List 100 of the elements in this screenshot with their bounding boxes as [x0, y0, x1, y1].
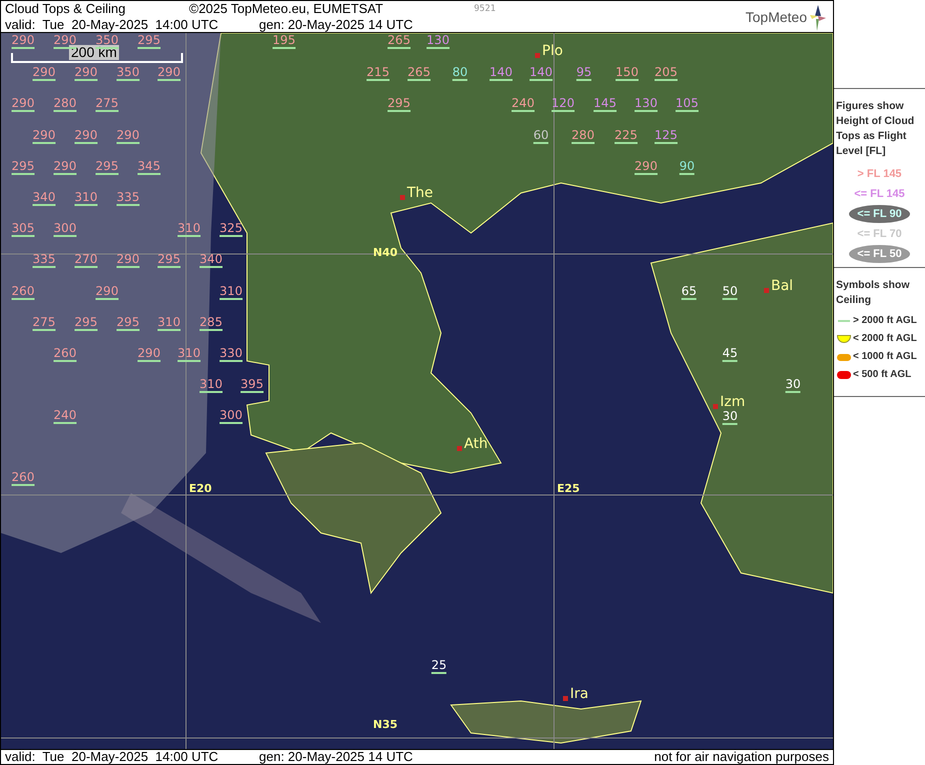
cloud-top-label: 325: [220, 222, 242, 237]
cloud-top-label: 350: [96, 34, 118, 49]
cloud-top-label: 260: [54, 347, 76, 362]
city-label: The: [407, 185, 434, 201]
legend-symbol-label: < 2000 ft AGL: [853, 332, 917, 346]
cloud-top-label: 345: [138, 160, 160, 175]
legend-level: <= FL 145: [853, 187, 906, 202]
compass-star-icon: [809, 4, 827, 32]
cloud-top-label: 310: [178, 222, 200, 237]
cloud-top-label: 265: [388, 34, 410, 49]
cloud-top-label: 290: [12, 34, 34, 49]
cloud-top-label: 310: [158, 316, 180, 331]
cloud-top-label: 350: [116, 66, 140, 81]
copyright-text: ©2025 TopMeteo.eu, EUMETSAT: [189, 1, 384, 17]
cloud-top-label: 275: [32, 316, 56, 331]
cloud-top-label: 145: [594, 97, 616, 112]
cloud-top-label: 80: [452, 66, 468, 81]
city-label: Ath: [464, 436, 488, 452]
cloud-top-label: 225: [614, 129, 638, 144]
cloud-top-label: 140: [490, 66, 512, 81]
cloud-top-label: 290: [12, 97, 34, 112]
cloud-top-label: 330: [220, 347, 242, 362]
cloud-top-label: 95: [576, 66, 592, 81]
generated-time: gen: 20-May-2025 14 UTC: [259, 750, 413, 764]
thin-line-icon: [838, 320, 850, 322]
cloud-top-label: 290: [634, 160, 658, 175]
cloud-top-label: 90: [679, 160, 695, 175]
cloud-top-label: 300: [220, 409, 242, 424]
cloud-top-label: 195: [272, 34, 296, 49]
cloud-top-label: 295: [96, 160, 118, 175]
cloud-top-label: 310: [200, 378, 222, 393]
generated-time: gen: 20-May-2025 14 UTC: [259, 17, 413, 32]
cloud-top-label: 130: [634, 97, 658, 112]
cloud-top-label: 340: [200, 253, 222, 268]
cloud-top-label: 340: [32, 191, 56, 206]
ceiling-label: 30: [785, 378, 801, 393]
cloud-top-label: 270: [74, 253, 98, 268]
cloud-top-label: 125: [654, 129, 678, 144]
ceiling-label: 25: [431, 659, 447, 674]
valid-time: valid: Tue 20-May-2025 14:00 UTC: [5, 750, 220, 764]
cloud-top-label: 310: [178, 347, 200, 362]
cloud-top-label: 280: [54, 97, 76, 112]
cloud-top-label: 295: [158, 253, 180, 268]
city-label: Ira: [570, 686, 588, 702]
cloud-top-label: 310: [220, 285, 242, 300]
ceiling-label: 65: [681, 285, 697, 300]
image-code: 9521: [474, 3, 496, 16]
cloud-top-label: 295: [116, 316, 140, 331]
valid-time: valid: Tue 20-May-2025 14:00 UTC: [5, 17, 220, 32]
legend-symbol-label: < 500 ft AGL: [853, 368, 912, 382]
cloud-top-label: 205: [654, 66, 678, 81]
grid-label: E25: [557, 483, 580, 495]
legend-symbol-label: > 2000 ft AGL: [853, 314, 917, 328]
cloud-top-label: 275: [96, 97, 118, 112]
cloud-top-label: 290: [116, 253, 140, 268]
map-title: Cloud Tops & Ceiling: [5, 1, 126, 17]
cloud-top-label: 290: [54, 34, 76, 49]
cloud-top-label: 290: [158, 66, 180, 81]
cloud-top-label: 260: [12, 285, 34, 300]
cloud-top-label: 265: [408, 66, 430, 81]
cloud-top-label: 290: [96, 285, 118, 300]
cloud-top-label: 290: [116, 129, 140, 144]
legend-level: <= FL 50: [849, 245, 910, 263]
cloud-top-label: 240: [54, 409, 76, 424]
cloud-top-label: 335: [116, 191, 140, 206]
grid-label: N40: [373, 247, 398, 259]
cloud-top-label: 290: [32, 129, 56, 144]
legend-title: Symbols show Ceiling: [836, 278, 911, 308]
city-label: Plo: [542, 43, 563, 59]
cloud-top-label: 290: [32, 66, 56, 81]
legend-level: <= FL 90: [849, 205, 910, 223]
cloud-top-label: 300: [54, 222, 76, 237]
disclaimer-text: not for air navigation purposes: [654, 750, 829, 764]
city-label: Izm: [720, 394, 746, 410]
city-label: Bal: [771, 278, 794, 294]
legend-title: Figures show Height of Cloud Tops as Flight Level [FL]: [836, 99, 916, 159]
cloud-top-label: 150: [616, 66, 638, 81]
ceiling-label: 45: [722, 347, 738, 362]
cloud-top-label: 290: [74, 66, 98, 81]
cloud-top-label: 290: [138, 347, 160, 362]
cloud-top-label: 305: [12, 222, 34, 237]
cloud-top-label: 280: [572, 129, 594, 144]
pill-icon: [836, 371, 850, 379]
cloud-top-label: 120: [552, 97, 574, 112]
cloud-top-label: 240: [512, 97, 534, 112]
ceiling-label: 30: [722, 410, 738, 425]
cloud-top-label: 295: [388, 97, 410, 112]
grid-label: E20: [189, 483, 212, 495]
logo-text: TopMeteo: [746, 8, 807, 27]
cloud-top-label: 295: [138, 34, 160, 49]
cloud-top-label: 295: [74, 316, 98, 331]
cloud-top-label: 290: [54, 160, 76, 175]
cloud-top-label: 335: [32, 253, 56, 268]
cloud-top-label: 105: [676, 97, 698, 112]
cloud-top-label: 295: [12, 160, 34, 175]
cloud-top-label: 130: [426, 34, 450, 49]
cloud-top-label: 310: [74, 191, 98, 206]
cloud-top-label: 290: [74, 129, 98, 144]
cloud-top-label: 395: [240, 378, 264, 393]
cloud-top-label: 60: [533, 129, 549, 144]
